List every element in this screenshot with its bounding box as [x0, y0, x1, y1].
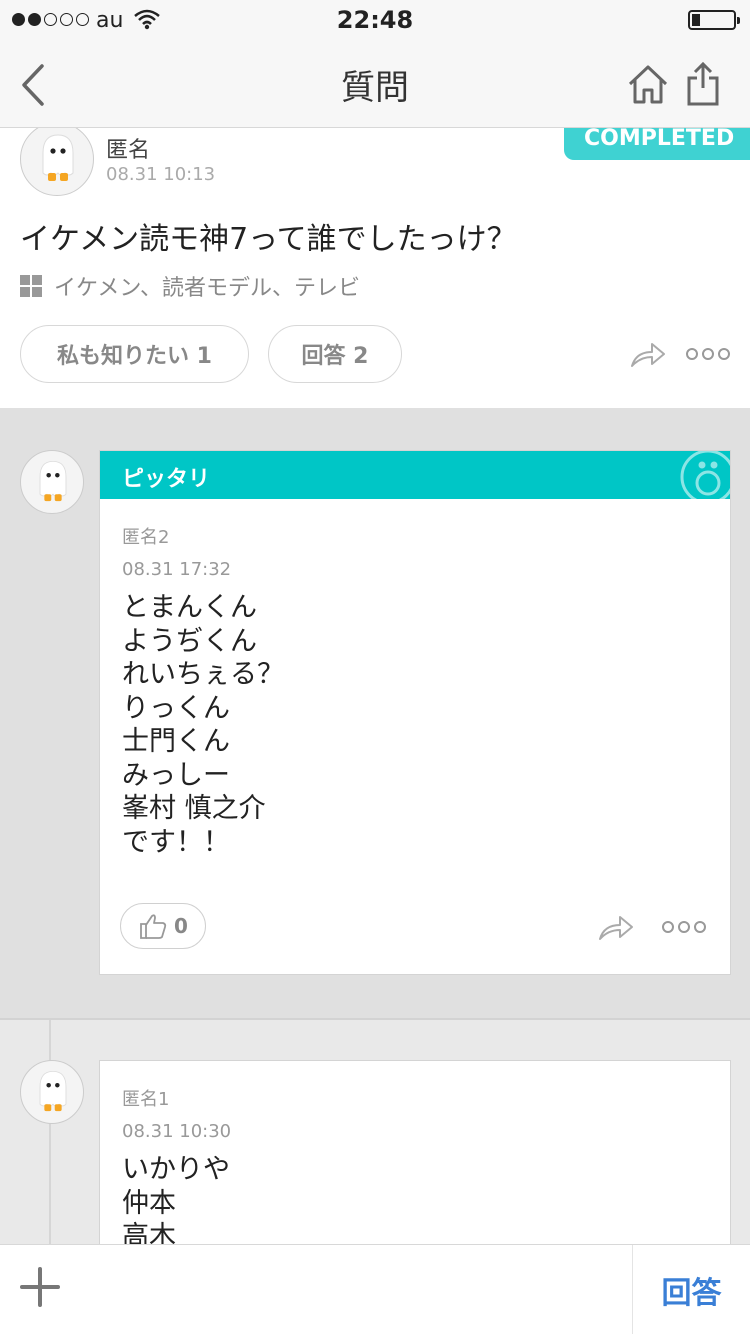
- answer-body: とまんくん ようぢくん れいちぇる？ りっくん 士門くん みっしー 峯村 慎之介…: [122, 591, 284, 859]
- answer-line: れいちぇる？: [122, 659, 284, 690]
- thread-line: [49, 1020, 51, 1244]
- answer-line: 峯村 慎之介: [122, 793, 266, 824]
- share-icon[interactable]: [684, 60, 722, 108]
- plus-icon[interactable]: [18, 1265, 62, 1309]
- ghost-icon: [42, 134, 74, 181]
- ghost-icon: [39, 460, 67, 502]
- forward-share-icon[interactable]: [598, 913, 634, 941]
- question-title: イケメン読モ神7って誰でしたっけ？: [20, 222, 517, 257]
- answer-line: 高木: [122, 1221, 176, 1244]
- answers-list: ピッタリ 匿名2 08.31 17:32 とまんくん ようぢくん れいちぇる？ …: [0, 408, 750, 1244]
- answer-line: 仲本: [122, 1187, 176, 1219]
- status-time: 22:48: [336, 6, 414, 34]
- best-answer-header: ピッタリ: [100, 451, 730, 499]
- best-answer-card: ピッタリ 匿名2 08.31 17:32 とまんくん ようぢくん れいちぇる？ …: [99, 450, 731, 975]
- more-options-icon[interactable]: [662, 919, 706, 935]
- thumbs-up-icon: [140, 914, 167, 939]
- battery-icon: [688, 10, 740, 30]
- answer-line: みっしー: [122, 759, 230, 791]
- answer-button[interactable]: 回答: [633, 1245, 750, 1334]
- answer-date: 08.31 10:30: [122, 1121, 232, 1142]
- answer-line: 士門くん: [122, 726, 230, 757]
- tags-text[interactable]: イケメン、読者モデル、テレビ: [54, 270, 360, 302]
- status-bar: au 22:48: [0, 0, 750, 40]
- forward-share-icon[interactable]: [630, 340, 666, 368]
- ghost-icon: [39, 1070, 67, 1112]
- like-button[interactable]: 0: [120, 903, 206, 949]
- avatar[interactable]: [20, 128, 94, 196]
- answer-line: です！！: [122, 826, 230, 858]
- answer-line: いかりや: [122, 1154, 230, 1185]
- want-to-know-button[interactable]: 私も知りたい 1: [20, 325, 249, 383]
- answer-body: いかりや 仲本 高木: [122, 1153, 230, 1244]
- question-card: 匿名 08.31 10:13 COMPLETED イケメン読モ神7って誰でしたっ…: [0, 128, 750, 408]
- answer-line: とまんくん: [122, 592, 257, 623]
- category-grid-icon: [20, 275, 42, 297]
- answer-card: 匿名1 08.31 10:30 いかりや 仲本 高木: [99, 1060, 731, 1244]
- best-answer-logo-icon: [680, 451, 730, 499]
- answer-author: 匿名1: [122, 1089, 170, 1110]
- question-author: 匿名: [106, 138, 151, 163]
- more-options-icon[interactable]: [686, 346, 730, 362]
- avatar[interactable]: [20, 1060, 84, 1124]
- question-date: 08.31 10:13: [106, 164, 216, 185]
- bottom-toolbar: 回答: [0, 1244, 750, 1334]
- best-answer-label: ピッタリ: [122, 467, 211, 492]
- home-icon[interactable]: [626, 62, 670, 106]
- answers-count-button[interactable]: 回答 2: [268, 325, 402, 383]
- section-divider: [0, 1018, 750, 1020]
- like-count: 0: [174, 914, 188, 938]
- question-tags: イケメン、読者モデル、テレビ: [20, 270, 360, 302]
- answer-line: ようぢくん: [122, 625, 257, 657]
- answer-line: りっくん: [122, 692, 230, 724]
- answer-author: 匿名2: [122, 527, 170, 548]
- answer-date: 08.31 17:32: [122, 559, 232, 580]
- completed-badge: COMPLETED: [564, 128, 750, 160]
- avatar[interactable]: [20, 450, 84, 514]
- navigation-bar: 質問: [0, 40, 750, 128]
